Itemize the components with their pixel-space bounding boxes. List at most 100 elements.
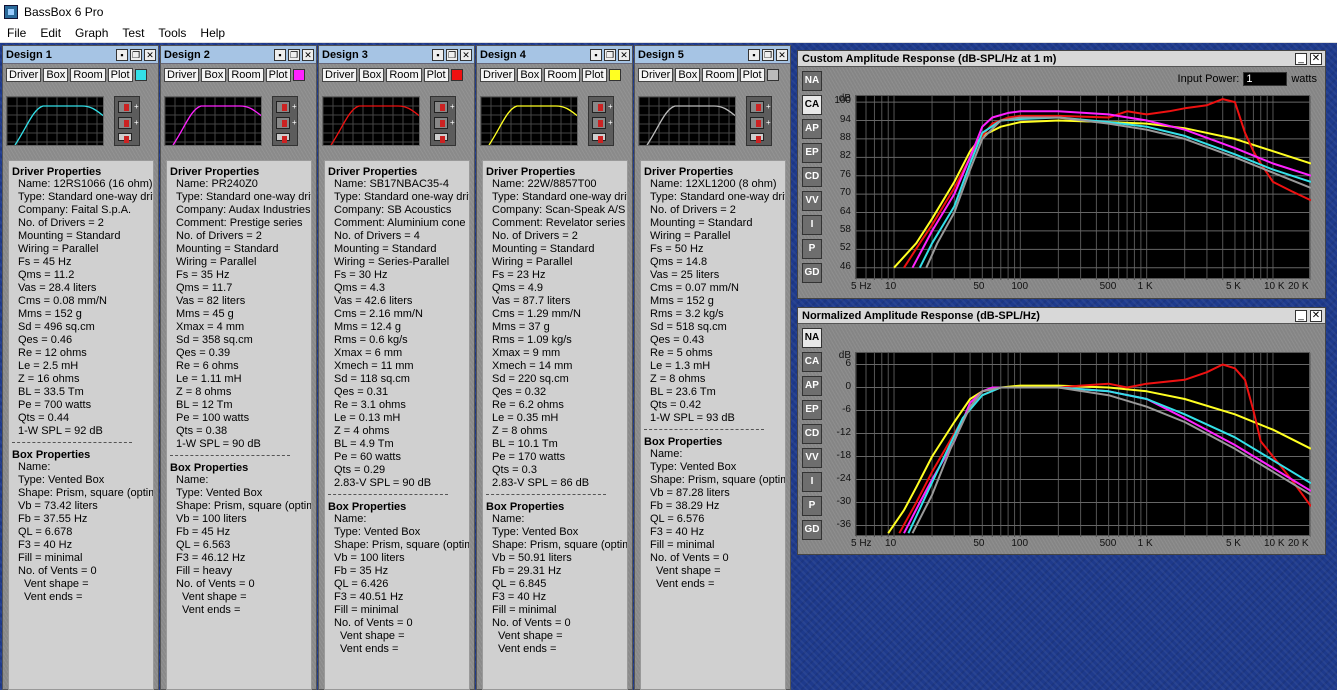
room-tab[interactable]: Room xyxy=(544,68,580,82)
terminal-icon: + + xyxy=(114,96,140,146)
box-property: Name: xyxy=(18,461,51,473)
graph-tab-cd[interactable]: CD xyxy=(802,167,822,187)
box-tab[interactable]: Box xyxy=(517,68,543,82)
close-icon[interactable]: ✕ xyxy=(302,48,314,61)
driver-property: Company: Scan-Speak A/S xyxy=(492,204,626,216)
plot-color-swatch[interactable] xyxy=(134,69,147,81)
plot-color-swatch[interactable] xyxy=(608,69,621,81)
box-property: Vb = 100 liters xyxy=(334,552,405,564)
box-property: Name: xyxy=(492,513,525,525)
driver-property: Le = 0.13 mH xyxy=(334,412,401,424)
graph-tab-vv[interactable]: VV xyxy=(802,191,822,211)
driver-property: Mms = 152 g xyxy=(650,295,714,307)
copy-icon[interactable]: ❐ xyxy=(130,48,142,61)
graph-tab-ca[interactable]: CA xyxy=(802,95,822,115)
graph-tab-cd[interactable]: CD xyxy=(802,424,822,444)
normalized-amplitude-plot xyxy=(855,352,1312,537)
graph-tab-na[interactable]: NA xyxy=(802,71,822,91)
design-panel-2: Design 2 ▪ ❐ ✕ Driver Box Room Plot + + Driver Pro… xyxy=(160,45,317,690)
box-property: F3 = 40.51 Hz xyxy=(334,591,404,603)
driver-property: Qts = 0.44 xyxy=(18,412,70,424)
graph-tab-i[interactable]: I xyxy=(802,215,822,235)
driver-property: No. of Drivers = 2 xyxy=(176,230,262,242)
driver-tab[interactable]: Driver xyxy=(480,68,516,82)
box-tab[interactable]: Box xyxy=(675,68,701,82)
driver-property: Sd = 358 sq.cm xyxy=(176,334,253,346)
menu-edit[interactable]: Edit xyxy=(33,26,68,40)
graph-tab-ep[interactable]: EP xyxy=(802,400,822,420)
plot-tab[interactable]: Plot xyxy=(739,68,765,82)
design-tabs: Driver Box Room Plot xyxy=(6,68,147,82)
plot-tab[interactable]: Plot xyxy=(107,68,133,82)
x-tick-label: 50 xyxy=(973,281,985,292)
menu-help[interactable]: Help xyxy=(193,26,232,40)
driver-tab[interactable]: Driver xyxy=(164,68,200,82)
save-icon[interactable]: ▪ xyxy=(590,48,602,61)
save-icon[interactable]: ▪ xyxy=(274,48,286,61)
graph-tab-ap[interactable]: AP xyxy=(802,376,822,396)
driver-property: Type: Standard one-way driver xyxy=(492,191,628,203)
chart-svg xyxy=(855,96,1312,280)
graph-tab-gd[interactable]: GD xyxy=(802,520,822,540)
driver-property: Pe = 60 watts xyxy=(334,451,401,463)
plot-color-swatch[interactable] xyxy=(450,69,463,81)
plot-tab[interactable]: Plot xyxy=(423,68,449,82)
y-tick-label: 52 xyxy=(839,242,851,254)
close-icon[interactable]: ✕ xyxy=(776,48,788,61)
room-tab[interactable]: Room xyxy=(386,68,422,82)
driver-property: Qes = 0.32 xyxy=(492,386,547,398)
box-property: Vb = 100 liters xyxy=(176,513,247,525)
menu-graph[interactable]: Graph xyxy=(68,26,115,40)
driver-tab[interactable]: Driver xyxy=(322,68,358,82)
driver-property: Wiring = Parallel xyxy=(492,256,573,268)
design-panel-4: Design 4 ▪ ❐ ✕ Driver Box Room Plot + + Driver Pro… xyxy=(476,45,633,690)
input-power-field[interactable]: 1 xyxy=(1243,72,1288,86)
driver-tab[interactable]: Driver xyxy=(6,68,42,82)
box-tab[interactable]: Box xyxy=(201,68,227,82)
driver-property: Rms = 1.09 kg/s xyxy=(492,334,572,346)
driver-property: Qms = 11.2 xyxy=(18,269,75,281)
app-icon xyxy=(4,5,18,19)
graph-tab-vv[interactable]: VV xyxy=(802,448,822,468)
save-icon[interactable]: ▪ xyxy=(748,48,760,61)
graph-tab-i[interactable]: I xyxy=(802,472,822,492)
box-tab[interactable]: Box xyxy=(43,68,69,82)
y-tick-label: 70 xyxy=(839,187,851,199)
driver-tab[interactable]: Driver xyxy=(638,68,674,82)
graph-tab-ap[interactable]: AP xyxy=(802,119,822,139)
close-icon[interactable]: ✕ xyxy=(618,48,630,61)
close-button[interactable]: ✕ xyxy=(1310,309,1322,322)
menu-file[interactable]: File xyxy=(0,26,33,40)
close-icon[interactable]: ✕ xyxy=(460,48,472,61)
box-tab[interactable]: Box xyxy=(359,68,385,82)
copy-icon[interactable]: ❐ xyxy=(604,48,616,61)
driver-property: Pe = 100 watts xyxy=(176,412,250,424)
graph-tab-ca[interactable]: CA xyxy=(802,352,822,372)
graph-tab-gd[interactable]: GD xyxy=(802,263,822,283)
copy-icon[interactable]: ❐ xyxy=(288,48,300,61)
graph-tab-na[interactable]: NA xyxy=(802,328,822,348)
copy-icon[interactable]: ❐ xyxy=(446,48,458,61)
save-icon[interactable]: ▪ xyxy=(432,48,444,61)
save-icon[interactable]: ▪ xyxy=(116,48,128,61)
plot-tab[interactable]: Plot xyxy=(265,68,291,82)
copy-icon[interactable]: ❐ xyxy=(762,48,774,61)
minimize-button[interactable]: _ xyxy=(1295,309,1307,322)
plot-color-swatch[interactable] xyxy=(766,69,779,81)
room-tab[interactable]: Room xyxy=(70,68,106,82)
design-tabs: Driver Box Room Plot xyxy=(638,68,779,82)
x-tick-label: 5 K xyxy=(1225,281,1241,292)
custom-amplitude-titlebar: Custom Amplitude Response (dB-SPL/Hz at … xyxy=(798,51,1325,67)
graph-tab-p[interactable]: P xyxy=(802,496,822,516)
room-tab[interactable]: Room xyxy=(228,68,264,82)
plot-tab[interactable]: Plot xyxy=(581,68,607,82)
close-icon[interactable]: ✕ xyxy=(144,48,156,61)
menu-tools[interactable]: Tools xyxy=(151,26,193,40)
graph-tab-ep[interactable]: EP xyxy=(802,143,822,163)
graph-tab-p[interactable]: P xyxy=(802,239,822,259)
plot-color-swatch[interactable] xyxy=(292,69,305,81)
minimize-button[interactable]: _ xyxy=(1295,52,1307,65)
menu-test[interactable]: Test xyxy=(115,26,151,40)
room-tab[interactable]: Room xyxy=(702,68,738,82)
close-button[interactable]: ✕ xyxy=(1310,52,1322,65)
